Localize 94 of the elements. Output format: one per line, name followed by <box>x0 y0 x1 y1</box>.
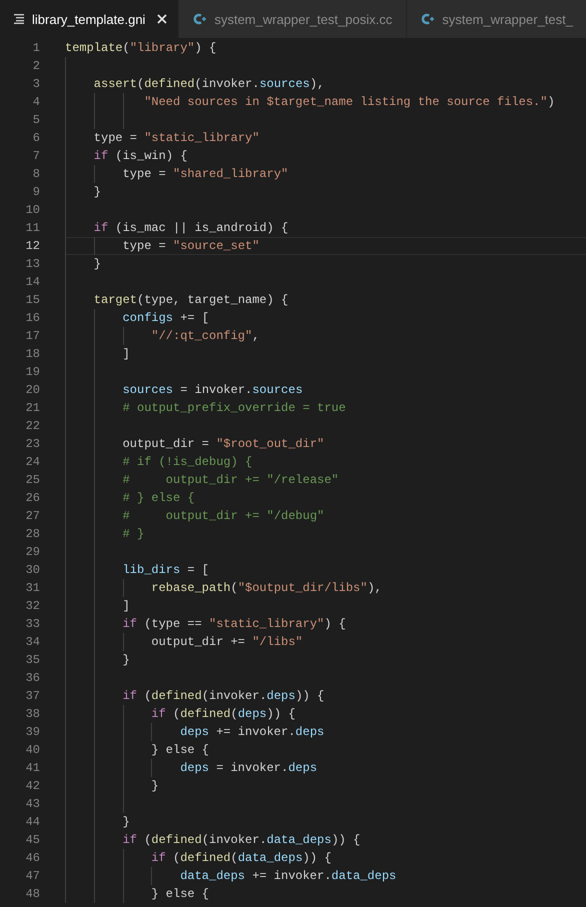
line-number: 45 <box>24 832 40 849</box>
code-line: # output_dir += "/release" <box>122 472 339 488</box>
line-number: 23 <box>24 436 40 453</box>
line-number: 37 <box>24 688 40 705</box>
code-line: if (defined(data_deps)) { <box>151 850 332 866</box>
line-number: 48 <box>24 886 40 903</box>
code-line: # output_dir += "/debug" <box>122 508 324 524</box>
line-number: 35 <box>24 652 40 669</box>
cpp-file-icon <box>421 13 436 25</box>
line-number: 28 <box>24 526 40 543</box>
code-line: type = "shared_library" <box>122 166 288 182</box>
code-line: } <box>151 778 159 794</box>
code-line: sources = invoker.sources <box>122 382 303 398</box>
code-line: # output_prefix_override = true <box>122 400 346 416</box>
code-line: template("library") { <box>65 40 216 56</box>
code-line: if (defined(invoker.deps)) { <box>122 688 324 704</box>
line-number: 26 <box>24 490 40 507</box>
close-icon[interactable] <box>156 13 168 25</box>
code-line: # if (!is_debug) { <box>122 454 252 470</box>
code-line: ] <box>122 346 130 362</box>
line-number: 41 <box>24 760 40 777</box>
line-number: 16 <box>24 310 40 327</box>
code-line: if (is_win) { <box>94 148 188 164</box>
editor-tab[interactable]: library_template.gni <box>0 0 180 38</box>
code-line: } else { <box>151 886 209 902</box>
code-line: } else { <box>151 742 209 758</box>
line-number: 44 <box>24 814 40 831</box>
code-line: rebase_path("$output_dir/libs"), <box>151 580 382 596</box>
code-line: ] <box>122 598 130 614</box>
line-number: 33 <box>24 616 40 633</box>
line-number: 46 <box>24 850 40 867</box>
line-number: 31 <box>24 580 40 597</box>
line-number: 3 <box>32 76 40 93</box>
line-number: 18 <box>24 346 40 363</box>
code-line: # } else { <box>122 490 195 506</box>
code-line: assert(defined(invoker.sources), <box>94 76 324 92</box>
line-number: 19 <box>24 364 40 381</box>
code-line: data_deps += invoker.data_deps <box>180 868 396 884</box>
line-number: 29 <box>24 544 40 561</box>
code-line: output_dir += "/libs" <box>151 634 303 650</box>
code-line: configs += [ <box>122 310 210 326</box>
line-number: 39 <box>24 724 40 741</box>
code-line: } <box>94 184 101 200</box>
line-number: 11 <box>24 220 40 237</box>
line-number: 12 <box>24 238 40 255</box>
code-line: # } <box>122 526 144 542</box>
line-number: 25 <box>24 472 40 489</box>
code-line: type = "source_set" <box>122 238 260 254</box>
code-line: } <box>94 256 101 272</box>
line-number: 20 <box>24 382 40 399</box>
line-number: 47 <box>24 868 40 885</box>
line-number: 9 <box>32 184 40 201</box>
line-number: 6 <box>32 130 40 147</box>
line-number: 30 <box>24 562 40 579</box>
line-number: 17 <box>24 328 40 345</box>
editor-tab[interactable]: system_wrapper_test_ <box>407 0 586 38</box>
code-line: target(type, target_name) { <box>94 292 288 308</box>
code-line: "//:qt_config", <box>151 328 260 344</box>
line-number: 2 <box>32 58 40 75</box>
line-number: 14 <box>24 274 40 291</box>
line-number: 40 <box>24 742 40 759</box>
line-number: 15 <box>24 292 40 309</box>
code-line: if (is_mac || is_android) { <box>94 220 288 236</box>
line-number: 27 <box>24 508 40 525</box>
line-number: 7 <box>32 148 40 165</box>
line-number: 8 <box>32 166 40 183</box>
code-line: lib_dirs = [ <box>122 562 210 578</box>
cpp-file-icon <box>193 13 208 25</box>
text-lines-icon <box>14 14 25 24</box>
code-line: deps += invoker.deps <box>180 724 324 740</box>
line-number: 36 <box>24 670 40 687</box>
code-line: } <box>122 652 130 668</box>
code-line: } <box>122 814 130 830</box>
line-number: 1 <box>32 40 40 57</box>
line-number: 24 <box>24 454 40 471</box>
code-line: output_dir = "$root_out_dir" <box>122 436 324 452</box>
code-line: if (defined(deps)) { <box>151 706 296 722</box>
line-number: 22 <box>24 418 40 435</box>
code-line: "Need sources in $target_name listing the source files.") <box>144 94 555 110</box>
code-line: deps = invoker.deps <box>180 760 318 776</box>
line-number: 5 <box>32 112 40 129</box>
code-line: type = "static_library" <box>94 130 260 146</box>
line-number: 42 <box>24 778 40 795</box>
code-line: if (type == "static_library") { <box>122 616 346 632</box>
line-number: 10 <box>24 202 40 219</box>
line-number: 13 <box>24 256 40 273</box>
editor-tab[interactable]: system_wrapper_test_posix.cc <box>179 0 408 38</box>
line-number: 43 <box>24 796 40 813</box>
line-number: 32 <box>24 598 40 615</box>
code-line: if (defined(invoker.data_deps)) { <box>122 832 360 848</box>
line-number: 4 <box>32 94 40 111</box>
line-number: 38 <box>24 706 40 723</box>
line-number: 34 <box>24 634 40 651</box>
line-number: 21 <box>24 400 40 417</box>
